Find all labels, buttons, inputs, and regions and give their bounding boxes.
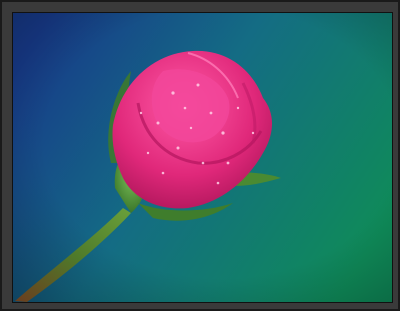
photo xyxy=(12,12,393,303)
rose-photo-illustration xyxy=(13,13,392,302)
picture-frame xyxy=(0,0,400,311)
